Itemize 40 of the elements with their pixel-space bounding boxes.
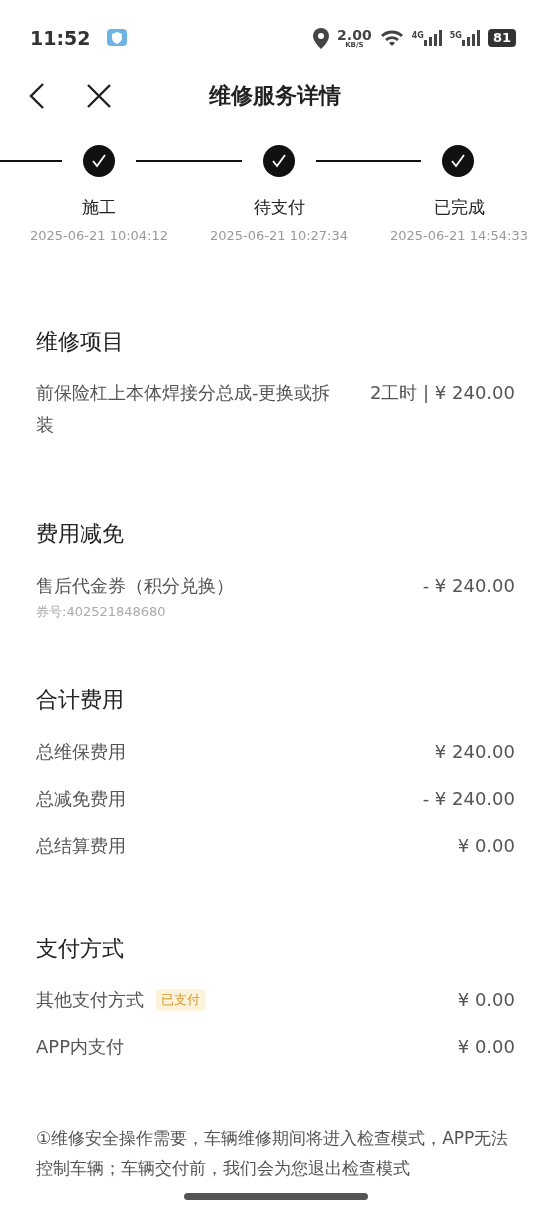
voucher-number: 券号:402521848680: [36, 602, 167, 621]
row-label: 售后代金券（积分兑换）: [36, 573, 234, 598]
row-amount: ¥ 0.00: [457, 1035, 515, 1060]
paid-badge: 已支付: [156, 989, 205, 1011]
row-amount: 2工时 | ¥ 240.00: [369, 381, 515, 406]
back-button[interactable]: [28, 82, 46, 110]
section-title: 合计费用: [36, 687, 125, 714]
row-amount: ¥ 240.00: [434, 739, 515, 764]
wifi-icon: [379, 29, 404, 47]
network-type: 5G: [449, 30, 462, 42]
network-speed: 2.00: [337, 27, 372, 42]
row-label: 总减免费用: [36, 786, 126, 811]
section-title: 支付方式: [36, 935, 125, 963]
close-button[interactable]: [86, 83, 112, 109]
step-label: 待支付: [252, 196, 306, 219]
row-label: 其他支付方式: [36, 988, 144, 1013]
section-title: 维修项目: [36, 329, 125, 356]
notice-text: ①维修安全操作需要，车辆维修期间将进入检查模式，APP无法控制车辆；车辆交付前，我们会为您退出检查模式: [35, 1127, 510, 1181]
page-title: 维修服务详情: [209, 82, 341, 110]
row-amount: - ¥ 240.00: [422, 573, 515, 598]
row-amount: - ¥ 240.00: [422, 786, 515, 811]
row-amount: ¥ 0.00: [457, 833, 515, 858]
step-time: 2025-06-21 10:27:34: [208, 226, 350, 245]
signal-icon: [461, 30, 480, 46]
location-icon: [313, 27, 330, 49]
status-time: 11:52: [30, 25, 91, 51]
step-label: 施工: [81, 196, 117, 219]
app-icon: [106, 28, 129, 48]
step-time: 2025-06-21 10:04:12: [28, 226, 170, 245]
network-type: 4G: [411, 30, 424, 42]
row-label: APP内支付: [36, 1035, 125, 1060]
step-label: 已完成: [432, 196, 486, 219]
battery-level: 81: [487, 29, 516, 47]
section-title: 费用减免: [36, 521, 125, 548]
row-label: 总维保费用: [36, 739, 126, 764]
row-label: 前保险杠上本体焊接分总成-更换或拆装: [36, 381, 332, 438]
row-label: 总结算费用: [36, 833, 126, 858]
step-time: 2025-06-21 14:54:33: [388, 226, 530, 245]
signal-icon: [423, 30, 442, 46]
row-amount: ¥ 0.00: [457, 988, 515, 1013]
